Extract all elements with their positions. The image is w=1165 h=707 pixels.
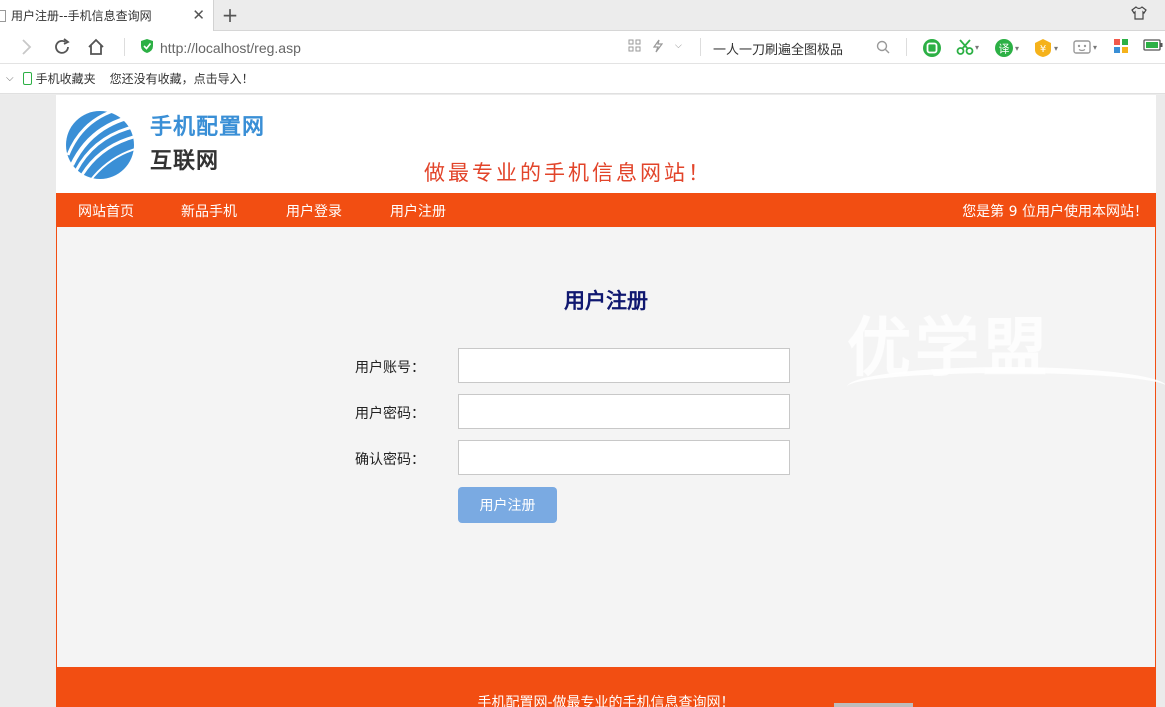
site-header: 手机配置网 互联网 做最专业的手机信息网站！ bbox=[56, 95, 1156, 193]
account-input[interactable] bbox=[458, 348, 790, 383]
confirm-row: 确认密码： bbox=[57, 440, 1155, 476]
chevron-down-icon[interactable]: ⌵ bbox=[675, 39, 682, 56]
register-button[interactable]: 用户注册 bbox=[458, 487, 557, 523]
game-icon[interactable]: ▾ bbox=[1072, 38, 1097, 56]
svg-text:译: 译 bbox=[999, 43, 1010, 56]
site-footer: 手机配置网-做最专业的手机信息查询网！ bbox=[56, 667, 1156, 707]
register-panel: 优学盟 用户注册 用户账号： 用户密码： 确认密码： 用户注册 bbox=[56, 227, 1165, 667]
account-row: 用户账号： bbox=[57, 348, 1155, 384]
search-input[interactable]: 一人一刀刷遍全图极品 bbox=[713, 39, 843, 58]
horizontal-scrollbar[interactable] bbox=[834, 703, 913, 707]
reload-icon[interactable] bbox=[52, 37, 72, 61]
nav-register[interactable]: 用户注册 bbox=[390, 201, 446, 221]
svg-text:¥: ¥ bbox=[1040, 44, 1046, 55]
account-label: 用户账号： bbox=[355, 360, 425, 376]
tab-bar: 用户注册--手机信息查询网 ✕ + bbox=[0, 0, 1165, 31]
shield-icon bbox=[140, 38, 154, 58]
phone-icon bbox=[22, 72, 32, 85]
footer-text: 手机配置网-做最专业的手机信息查询网！ bbox=[477, 695, 735, 707]
new-tab-icon[interactable]: + bbox=[220, 3, 240, 27]
chevron-down-icon[interactable]: ⌵ bbox=[6, 73, 14, 84]
password-label: 用户密码： bbox=[355, 406, 425, 422]
confirm-password-label: 确认密码： bbox=[355, 452, 425, 468]
slogan: 做最专业的手机信息网站！ bbox=[424, 161, 712, 185]
url-text[interactable]: http://localhost/reg.asp bbox=[160, 40, 301, 56]
url-path: /reg.asp bbox=[250, 40, 301, 56]
forward-icon[interactable] bbox=[20, 37, 34, 61]
url-host: http://localhost bbox=[160, 40, 251, 56]
apps-grid-icon[interactable] bbox=[1113, 38, 1129, 54]
bookmarks-bar: ⌵ 手机收藏夹 您还没有收藏，点击导入！ bbox=[0, 64, 1165, 94]
visitor-counter: 您是第 9 位用户使用本网站！ bbox=[962, 204, 1148, 220]
password-row: 用户密码： bbox=[57, 394, 1155, 430]
form-title: 用户注册 bbox=[564, 289, 648, 313]
coupon-icon[interactable]: ¥ ▾ bbox=[1033, 38, 1058, 58]
scissors-icon[interactable]: ▾ bbox=[956, 38, 979, 56]
confirm-password-input[interactable] bbox=[458, 440, 790, 475]
search-icon[interactable] bbox=[876, 40, 890, 58]
browser-tab[interactable]: 用户注册--手机信息查询网 ✕ bbox=[0, 0, 214, 31]
nav-home[interactable]: 网站首页 bbox=[78, 201, 134, 221]
bookmarks-import-hint[interactable]: 您还没有收藏，点击导入！ bbox=[110, 70, 254, 87]
separator bbox=[700, 38, 701, 56]
address-toolbar: http://localhost/reg.asp ⌵ 一人一刀刷遍全图极品 ▾ … bbox=[0, 31, 1165, 64]
battery-icon bbox=[1143, 38, 1163, 52]
nav-new-phones[interactable]: 新品手机 bbox=[181, 201, 237, 221]
logo-subtitle: 互联网 bbox=[150, 149, 220, 174]
lightning-icon[interactable] bbox=[652, 39, 664, 56]
page-viewport: 手机配置网 互联网 做最专业的手机信息网站！ 网站首页 新品手机 用户登录 用户… bbox=[0, 95, 1165, 707]
logo-name: 手机配置网 bbox=[150, 115, 266, 140]
logo-icon[interactable] bbox=[62, 103, 144, 187]
tab-title: 用户注册--手机信息查询网 bbox=[11, 9, 152, 23]
password-input[interactable] bbox=[458, 394, 790, 429]
main-nav: 网站首页 新品手机 用户登录 用户注册 您是第 9 位用户使用本网站！ bbox=[56, 193, 1156, 227]
shirt-icon[interactable] bbox=[1131, 5, 1147, 25]
qr-code-icon[interactable] bbox=[628, 39, 641, 56]
page-icon bbox=[0, 9, 6, 22]
separator bbox=[124, 38, 125, 56]
green-circle-icon[interactable] bbox=[922, 38, 942, 58]
separator bbox=[906, 38, 907, 56]
url-tools: ⌵ bbox=[628, 39, 682, 56]
site-container: 手机配置网 互联网 做最专业的手机信息网站！ 网站首页 新品手机 用户登录 用户… bbox=[56, 95, 1165, 707]
address-bar[interactable]: http://localhost/reg.asp bbox=[140, 35, 301, 61]
home-icon[interactable] bbox=[86, 37, 106, 61]
nav-login[interactable]: 用户登录 bbox=[286, 201, 342, 221]
close-tab-icon[interactable]: ✕ bbox=[192, 6, 205, 24]
translate-icon[interactable]: 译 ▾ bbox=[994, 38, 1019, 58]
bookmarks-folder[interactable]: 手机收藏夹 bbox=[36, 70, 96, 87]
